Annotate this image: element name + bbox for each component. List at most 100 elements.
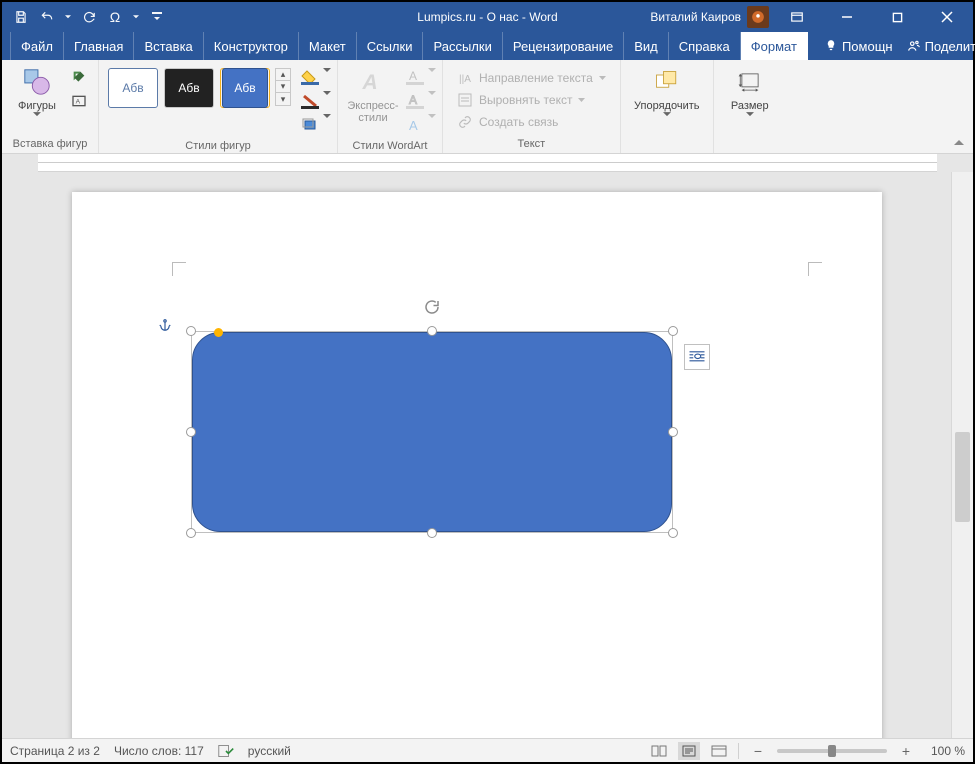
quick-access-toolbar: Ω	[2, 8, 176, 26]
ribbon-tabs: Файл Главная Вставка Конструктор Макет С…	[2, 32, 973, 60]
edit-shape-icon[interactable]	[68, 66, 90, 88]
window-title: Lumpics.ru - О нас - Word	[417, 10, 557, 24]
arrange-icon	[651, 66, 683, 98]
zoom-in-icon[interactable]: +	[895, 742, 917, 760]
qat-customize-icon[interactable]	[148, 8, 166, 26]
chevron-down-icon	[599, 76, 606, 81]
language-indicator[interactable]: русский	[248, 744, 291, 758]
zoom-out-icon[interactable]: −	[747, 742, 769, 760]
tab-home[interactable]: Главная	[64, 32, 134, 60]
tab-mailings[interactable]: Рассылки	[423, 32, 502, 60]
chevron-down-icon	[33, 112, 41, 117]
symbol-omega-icon[interactable]: Ω	[106, 8, 124, 26]
resize-handle-tm[interactable]	[427, 326, 437, 336]
text-direction-button: ||A Направление текста	[453, 68, 610, 88]
save-icon[interactable]	[12, 8, 30, 26]
zoom-slider-thumb[interactable]	[828, 745, 836, 757]
shape-style-3[interactable]: Абв	[222, 68, 268, 108]
tab-review[interactable]: Рецензирование	[503, 32, 624, 60]
spellcheck-icon[interactable]	[218, 744, 234, 758]
redo-icon[interactable]	[80, 8, 98, 26]
tab-layout[interactable]: Макет	[299, 32, 357, 60]
scroll-up-icon[interactable]: ▴	[276, 69, 290, 81]
link-icon	[457, 114, 473, 130]
shape-style-1[interactable]: Абв	[108, 68, 158, 108]
close-icon[interactable]	[925, 2, 969, 32]
align-text-icon	[457, 92, 473, 108]
tab-references[interactable]: Ссылки	[357, 32, 424, 60]
titlebar: Ω Lumpics.ru - О нас - Word Виталий Каир…	[2, 2, 973, 32]
wordart-quick-styles-button[interactable]: A Экспресс- стили	[344, 62, 402, 124]
shape-fill-icon[interactable]	[299, 66, 321, 88]
page-indicator[interactable]: Страница 2 из 2	[10, 744, 100, 758]
tab-design[interactable]: Конструктор	[204, 32, 299, 60]
page[interactable]	[72, 192, 882, 738]
resize-handle-tr[interactable]	[668, 326, 678, 336]
group-label-shape-styles: Стили фигур	[105, 140, 331, 155]
shapes-button[interactable]: Фигуры	[8, 62, 66, 117]
shape-outline-icon[interactable]	[299, 90, 321, 112]
document-scroll[interactable]	[2, 172, 951, 738]
anchor-icon[interactable]	[158, 318, 172, 332]
resize-handle-bl[interactable]	[186, 528, 196, 538]
chevron-down-icon[interactable]	[64, 8, 72, 26]
share-button[interactable]: Поделиться	[907, 39, 975, 54]
share-label: Поделиться	[925, 39, 975, 54]
tab-view[interactable]: Вид	[624, 32, 669, 60]
resize-handle-mr[interactable]	[668, 427, 678, 437]
arrange-button[interactable]: Упорядочить	[627, 62, 707, 117]
style-gallery-scroll[interactable]: ▴ ▾ ▾	[275, 68, 291, 106]
resize-handle-tl[interactable]	[186, 326, 196, 336]
align-text-button: Выровнять текст	[453, 90, 610, 110]
gallery-expand-icon[interactable]: ▾	[276, 93, 290, 105]
chevron-down-icon[interactable]	[323, 91, 331, 96]
group-label-wordart: Стили WordArt	[344, 140, 436, 155]
vertical-scrollbar[interactable]	[951, 172, 973, 738]
scrollbar-thumb[interactable]	[955, 432, 970, 522]
rotate-handle-icon[interactable]	[423, 298, 441, 316]
minimize-icon[interactable]	[825, 2, 869, 32]
group-size: Размер	[714, 60, 786, 153]
resize-handle-br[interactable]	[668, 528, 678, 538]
collapse-ribbon-icon[interactable]	[951, 135, 967, 151]
size-button[interactable]: Размер	[720, 62, 780, 117]
horizontal-ruler[interactable]	[38, 154, 937, 172]
resize-handle-bm[interactable]	[427, 528, 437, 538]
tab-insert[interactable]: Вставка	[134, 32, 203, 60]
undo-icon[interactable]	[38, 8, 56, 26]
ribbon-display-options-icon[interactable]	[775, 2, 819, 32]
tab-file[interactable]: Файл	[10, 32, 64, 60]
align-text-label: Выровнять текст	[479, 93, 572, 107]
selection-outline	[191, 331, 673, 533]
group-label-insert-shapes: Вставка фигур	[8, 138, 92, 153]
scroll-down-icon[interactable]: ▾	[276, 81, 290, 93]
create-link-button: Создать связь	[453, 112, 610, 132]
web-layout-icon[interactable]	[708, 742, 730, 760]
user-avatar[interactable]	[747, 6, 769, 28]
resize-handle-ml[interactable]	[186, 427, 196, 437]
chevron-down-icon[interactable]	[323, 68, 331, 73]
tab-format[interactable]: Формат	[741, 32, 808, 60]
tab-help[interactable]: Справка	[669, 32, 741, 60]
chevron-down-icon	[663, 112, 671, 117]
print-layout-icon[interactable]	[678, 742, 700, 760]
tell-me-label: Помощн	[842, 39, 893, 54]
read-mode-icon[interactable]	[648, 742, 670, 760]
shape-style-2[interactable]: Абв	[164, 68, 214, 108]
tell-me-button[interactable]: Помощн	[824, 39, 893, 54]
zoom-level[interactable]: 100 %	[925, 744, 965, 758]
adjustment-handle[interactable]	[214, 328, 223, 337]
chevron-down-icon[interactable]	[132, 8, 140, 26]
user-name[interactable]: Виталий Каиров	[650, 10, 741, 24]
layout-options-button[interactable]	[684, 344, 710, 370]
size-icon	[734, 66, 766, 98]
maximize-icon[interactable]	[875, 2, 919, 32]
text-box-icon[interactable]: A	[68, 90, 90, 112]
shape-effects-icon[interactable]	[299, 114, 321, 136]
shape-selection[interactable]	[192, 332, 672, 532]
chevron-down-icon[interactable]	[323, 114, 331, 119]
statusbar: Страница 2 из 2 Число слов: 117 русский …	[2, 738, 973, 762]
zoom-slider[interactable]	[777, 749, 887, 753]
word-count[interactable]: Число слов: 117	[114, 744, 204, 758]
text-effects-icon: A	[404, 114, 426, 136]
